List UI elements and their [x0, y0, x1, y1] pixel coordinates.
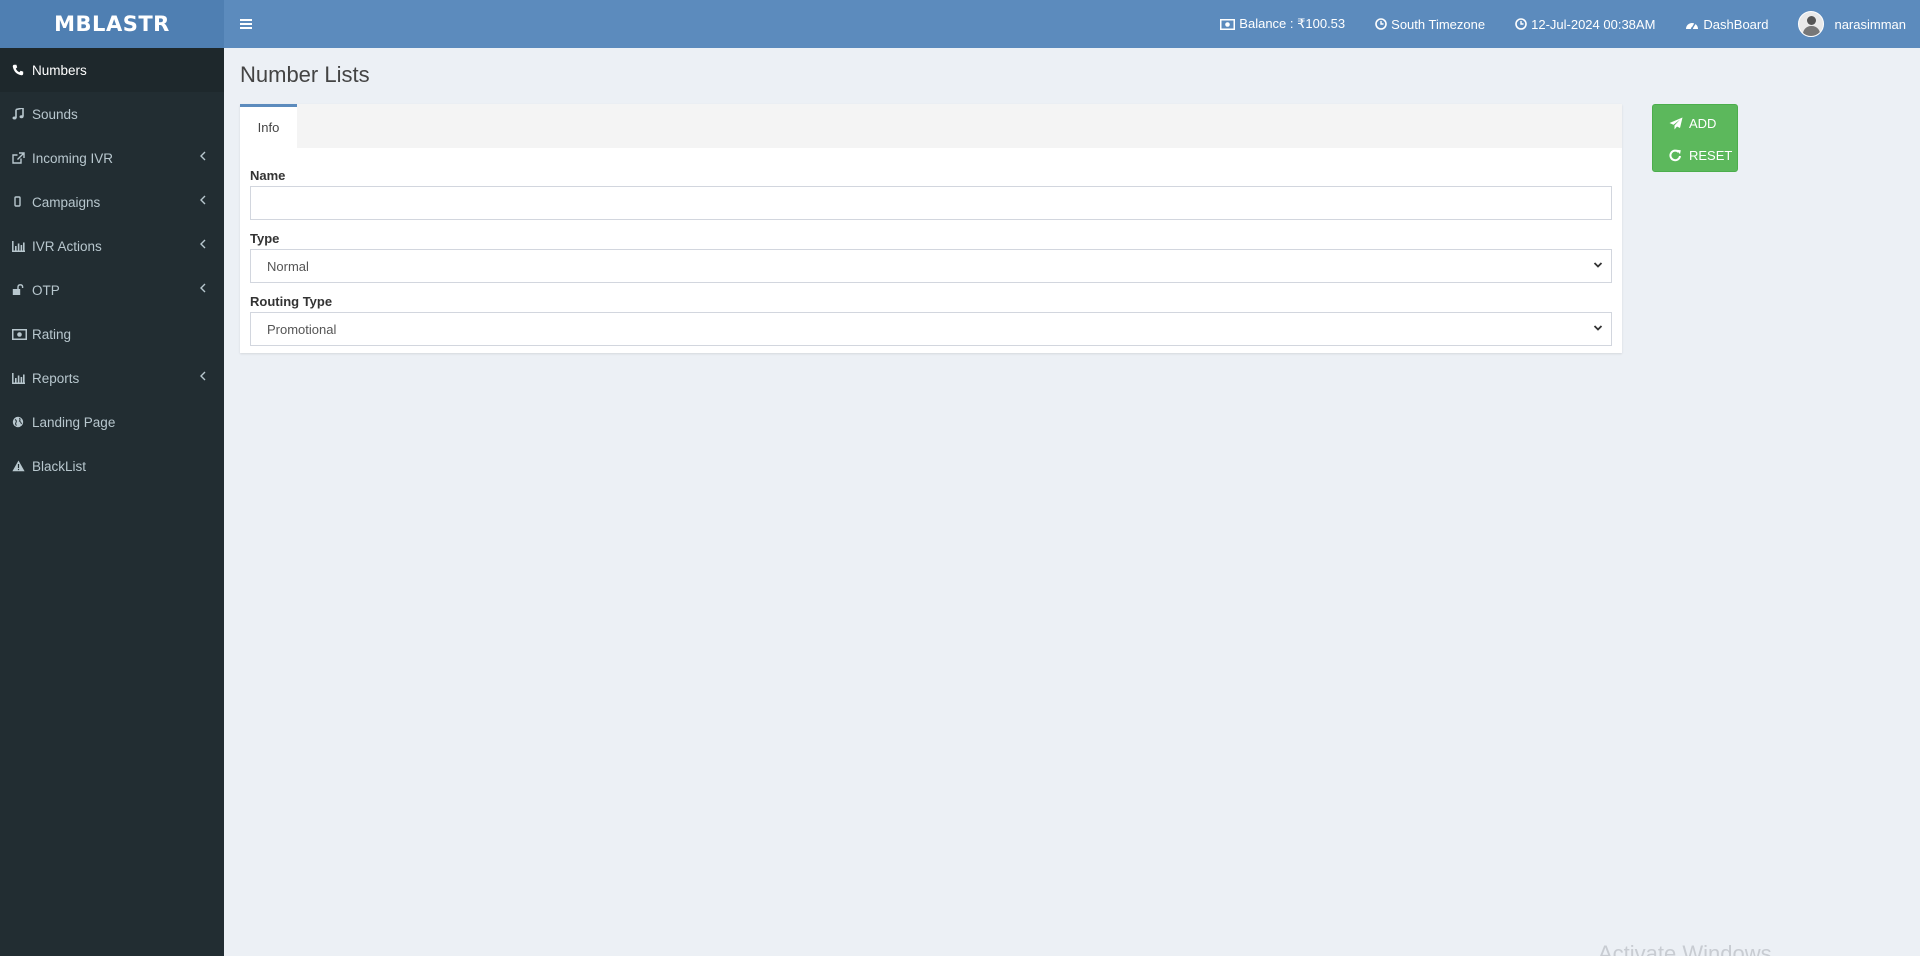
chevron-left-icon — [200, 370, 206, 384]
routing-type-label: Routing Type — [250, 294, 333, 309]
sidebar-item-ivr-actions[interactable]: IVR Actions — [0, 224, 224, 268]
top-header: MBLASTR Balance : ₹100.53 South Timezone… — [0, 0, 1920, 48]
sidebar-item-label: BlackList — [32, 458, 87, 474]
sidebar: Numbers Sounds Incoming IVR Campaigns IV… — [0, 48, 224, 956]
clock-icon — [1375, 18, 1387, 30]
bar-chart-icon — [12, 240, 32, 252]
username-text: narasimman — [1834, 16, 1906, 32]
avatar — [1798, 11, 1825, 37]
phone-icon — [12, 64, 32, 76]
clock-icon — [1515, 18, 1527, 30]
external-link-icon — [12, 152, 32, 164]
user-menu[interactable]: narasimman — [1798, 11, 1906, 37]
mobile-icon — [12, 196, 32, 208]
chevron-down-icon — [1593, 259, 1603, 274]
sidebar-item-reports[interactable]: Reports — [0, 356, 224, 400]
type-selected-value: Normal — [267, 258, 309, 274]
chevron-left-icon — [200, 282, 206, 296]
sidebar-item-campaigns[interactable]: Campaigns — [0, 180, 224, 224]
add-button[interactable]: ADD — [1653, 107, 1737, 139]
reset-button[interactable]: RESET — [1653, 139, 1737, 171]
unlock-icon — [12, 284, 32, 296]
sidebar-item-label: Sounds — [32, 106, 78, 122]
datetime-text: 12-Jul-2024 00:38AM — [1531, 16, 1656, 32]
header-right: Balance : ₹100.53 South Timezone 12-Jul-… — [1190, 0, 1920, 48]
info-panel: Info Name Type Normal Routing Type Promo… — [240, 104, 1622, 353]
sidebar-item-numbers[interactable]: Numbers — [0, 48, 224, 92]
sidebar-item-otp[interactable]: OTP — [0, 268, 224, 312]
add-button-label: ADD — [1689, 115, 1717, 131]
sidebar-item-label: Campaigns — [32, 194, 101, 210]
refresh-icon — [1669, 149, 1689, 162]
hamburger-icon — [240, 19, 252, 29]
tab-info[interactable]: Info — [240, 104, 297, 148]
paper-plane-icon — [1669, 117, 1689, 130]
sidebar-item-blacklist[interactable]: BlackList — [0, 444, 224, 488]
page-title: Number Lists — [240, 62, 370, 87]
sidebar-item-sounds[interactable]: Sounds — [0, 92, 224, 136]
sidebar-item-label: Rating — [32, 326, 72, 342]
sidebar-item-landing-page[interactable]: Landing Page — [0, 400, 224, 444]
bar-chart-icon — [12, 372, 32, 384]
warning-icon — [12, 460, 32, 472]
timezone-display[interactable]: South Timezone — [1375, 17, 1485, 32]
sidebar-item-label: Incoming IVR — [32, 150, 114, 166]
balance-text: Balance : ₹100.53 — [1239, 16, 1346, 31]
sidebar-item-label: IVR Actions — [32, 238, 102, 254]
sidebar-item-label: Reports — [32, 370, 80, 386]
routing-type-selected-value: Promotional — [267, 321, 337, 337]
chevron-left-icon — [200, 194, 206, 208]
sidebar-item-incoming-ivr[interactable]: Incoming IVR — [0, 136, 224, 180]
datetime-display: 12-Jul-2024 00:38AM — [1515, 17, 1655, 32]
sidebar-item-label: Landing Page — [32, 414, 116, 430]
chevron-left-icon — [200, 238, 206, 252]
type-label: Type — [250, 231, 280, 246]
routing-type-select[interactable]: Promotional — [250, 312, 1612, 346]
chevron-down-icon — [1593, 322, 1603, 337]
dashboard-icon — [1685, 19, 1699, 30]
sidebar-item-rating[interactable]: Rating — [0, 312, 224, 356]
reset-button-label: RESET — [1689, 147, 1733, 163]
dashboard-text: DashBoard — [1703, 16, 1769, 32]
globe-icon — [12, 416, 32, 428]
sidebar-item-label: Numbers — [32, 62, 87, 78]
name-input[interactable] — [250, 186, 1612, 220]
app-logo[interactable]: MBLASTR — [0, 0, 224, 48]
dashboard-link[interactable]: DashBoard — [1685, 17, 1768, 32]
action-buttons: ADD RESET — [1652, 104, 1738, 172]
money-icon — [1220, 18, 1236, 30]
name-label: Name — [250, 168, 286, 183]
money-icon — [12, 328, 32, 340]
number-list-form: Name Type Normal Routing Type Promotiona… — [240, 168, 1622, 346]
timezone-text: South Timezone — [1391, 16, 1486, 32]
activation-watermark: Activate Windows — [1598, 941, 1772, 956]
music-icon — [12, 108, 32, 120]
chevron-left-icon — [200, 150, 206, 164]
type-select[interactable]: Normal — [250, 249, 1612, 283]
sidebar-toggle-button[interactable] — [224, 0, 268, 48]
balance-display: Balance : ₹100.53 — [1220, 16, 1345, 32]
tab-bar: Info — [240, 104, 1622, 148]
sidebar-item-label: OTP — [32, 282, 60, 298]
